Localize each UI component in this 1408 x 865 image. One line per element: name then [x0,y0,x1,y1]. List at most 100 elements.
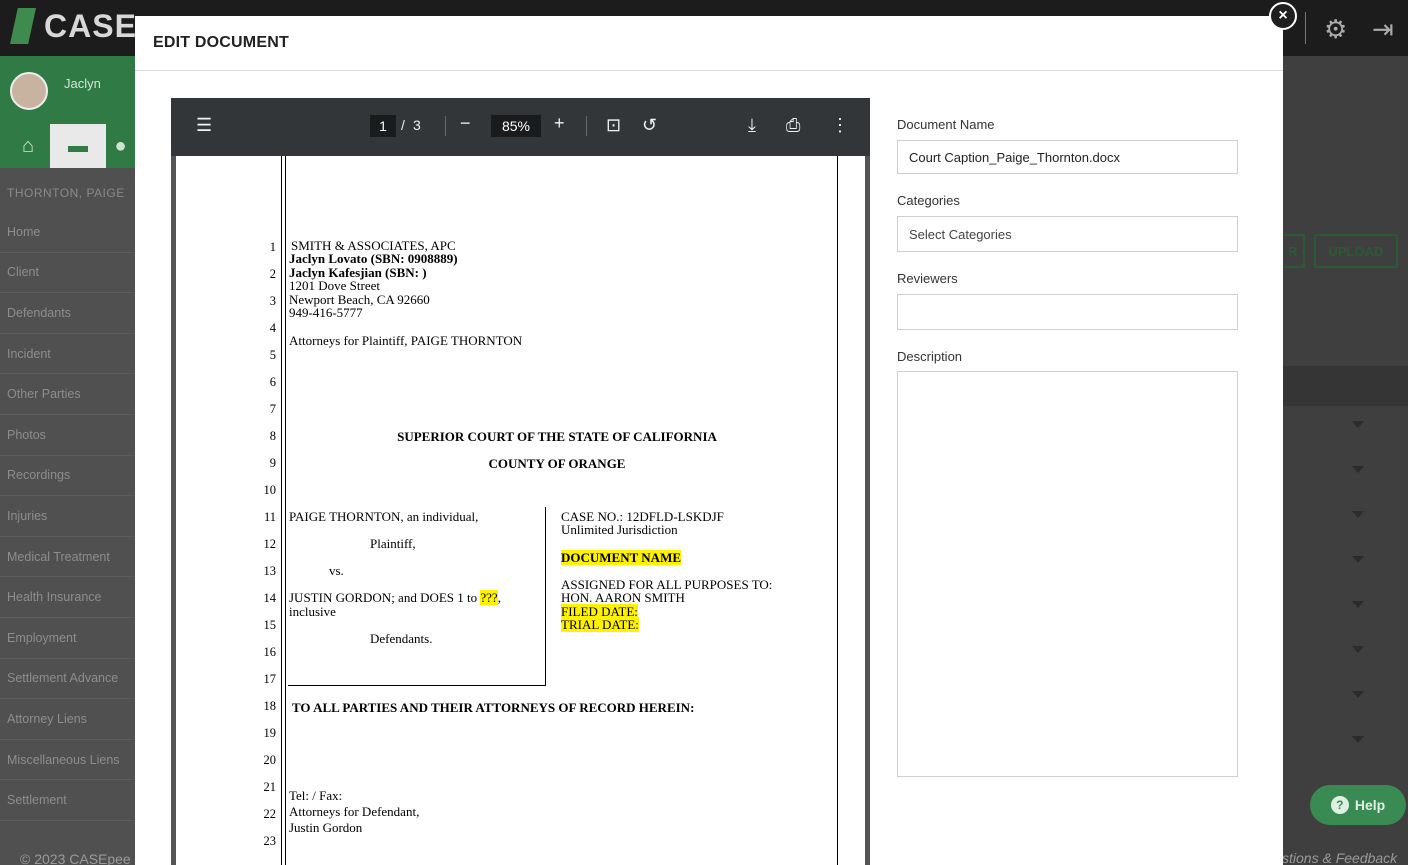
line-number: 11 [263,510,276,524]
zoom-input[interactable]: 85% [491,115,541,137]
margin-line-left [281,156,282,865]
sidebar-item-medical-treatment[interactable]: Medical Treatment [0,537,135,578]
user-name: Jaclyn [64,76,101,91]
sidebar-item-settlement-advance[interactable]: Settlement Advance [0,659,135,700]
caption-divider-horizontal [288,685,546,686]
upload-button[interactable]: UPLOAD [1314,234,1398,268]
reviewers-input[interactable] [897,294,1238,330]
close-icon[interactable]: × [1269,2,1297,30]
help-button[interactable]: ? Help [1310,785,1406,825]
line-number: 1 [269,240,276,254]
download-icon[interactable]: ⤓ [748,115,756,136]
firm-phone: 949-416-5777 [289,305,363,320]
description-textarea[interactable] [897,371,1238,777]
defendant-name: Justin Gordon [289,820,363,835]
sidebar-item-home[interactable]: Home [0,212,135,253]
rotate-icon[interactable]: ↺ [642,115,657,136]
chevron-down-icon[interactable] [1352,556,1364,563]
zoom-out-icon[interactable]: − [460,113,471,134]
line-number: 8 [269,429,276,443]
partial-button[interactable]: R [1283,234,1305,268]
folder-icon[interactable]: ▬ [50,124,106,168]
inclusive-text: inclusive [289,604,336,619]
tel-fax: Tel: / Fax: [289,788,343,803]
plaintiff-party: PAIGE THORNTON, an individual, [289,509,479,524]
chevron-down-icon[interactable] [1352,511,1364,518]
line-number: 16 [263,645,277,659]
line-number: 12 [263,537,277,551]
chevron-down-icon[interactable] [1352,691,1364,698]
avatar[interactable] [10,72,48,110]
page-number-input[interactable]: 1 [370,115,396,137]
line-number: 6 [269,375,276,389]
margin-line-left-inner [285,156,286,865]
line-number: 23 [263,834,277,848]
sidebar-item-employment[interactable]: Employment [0,618,135,659]
sidebar-item-photos[interactable]: Photos [0,415,135,456]
chevron-down-icon[interactable] [1352,736,1364,743]
page-total: 3 [413,117,421,133]
caption-divider-vertical [545,507,546,686]
line-number: 9 [269,456,276,470]
document-name-input[interactable] [897,140,1238,174]
trial-date: TRIAL DATE: [561,617,639,632]
line-number: 2 [269,267,276,281]
reviewers-label: Reviewers [897,271,958,286]
sidebar-item-attorney-liens[interactable]: Attorney Liens [0,699,135,740]
line-number: 21 [263,780,277,794]
fit-page-icon[interactable]: ⊡ [606,115,621,136]
court-title: SUPERIOR COURT OF THE STATE OF CALIFORNI… [397,429,717,444]
line-number: 17 [263,672,277,686]
sidebar-item-other-parties[interactable]: Other Parties [0,374,135,415]
jurisdiction: Unlimited Jurisdiction [561,522,678,537]
pdf-toolbar: ☰ 1 / 3 − 85% + ⊡ ↺ ⤓ ⎙ ⋮ [171,98,870,156]
attorney-1: Jaclyn Lovato (SBN: 0908889) [289,251,458,266]
sidebar-item-miscellaneous-liens[interactable]: Miscellaneous Liens [0,740,135,781]
defendant-prefix: JUSTIN GORDON; and DOES 1 to [289,590,481,605]
county-title: COUNTY OF ORANGE [488,456,626,471]
logo-mark-icon [10,8,36,44]
print-icon[interactable]: ⎙ [786,115,800,136]
line-number: 4 [269,321,276,335]
background-content [1283,56,1408,865]
footer-feedback-link[interactable]: stions & Feedback [1282,850,1397,865]
zoom-in-icon[interactable]: + [554,113,565,134]
sidebar-item-client[interactable]: Client [0,253,135,294]
margin-line-right [837,156,838,865]
sidebar-item-incident[interactable]: Incident [0,334,135,375]
sidebar-item-settlement[interactable]: Settlement [0,780,135,821]
chevron-down-icon[interactable] [1352,646,1364,653]
home-icon[interactable]: ⌂ [0,124,56,168]
sidebar-item-recordings[interactable]: Recordings [0,456,135,497]
firm-street: 1201 Dove Street [289,278,380,293]
sidebar-item-defendants[interactable]: Defendants [0,293,135,334]
sidebar-item-injuries[interactable]: Injuries [0,496,135,537]
chevron-down-icon[interactable] [1352,601,1364,608]
attorneys-for-plaintiff: Attorneys for Plaintiff, PAIGE THORNTON [289,333,523,348]
gear-icon[interactable]: ⚙ [1324,14,1347,45]
sidebar-menu: Home Client Defendants Incident Other Pa… [0,212,135,821]
pdf-page: 1 2 3 4 5 6 7 8 9 10 11 12 13 14 15 16 1… [176,156,865,865]
document-name-highlight: DOCUMENT NAME [561,550,682,565]
line-number: 13 [263,564,277,578]
toolbar-divider [586,116,587,136]
top-bar-divider [1305,12,1306,44]
line-number: 20 [263,753,277,767]
app-logo: CASE [44,8,137,44]
chevron-down-icon[interactable] [1352,421,1364,428]
line-number: 14 [263,591,277,605]
logout-icon[interactable]: ⇥ [1372,14,1394,45]
modal-title: EDIT DOCUMENT [153,34,289,51]
more-icon[interactable]: ⋮ [831,115,849,136]
categories-select[interactable]: Select Categories [897,216,1238,252]
line-number: 3 [269,294,276,308]
people-icon[interactable]: ● [106,124,135,168]
menu-icon[interactable]: ☰ [196,115,212,136]
case-name: THORNTON, PAIGE [7,186,125,200]
categories-placeholder: Select Categories [909,226,1012,242]
sidebar-item-health-insurance[interactable]: Health Insurance [0,577,135,618]
line-number: 7 [269,402,276,416]
to-all-parties: TO ALL PARTIES AND THEIR ATTORNEYS OF RE… [292,700,695,715]
chevron-down-icon[interactable] [1352,466,1364,473]
description-label: Description [897,349,963,364]
